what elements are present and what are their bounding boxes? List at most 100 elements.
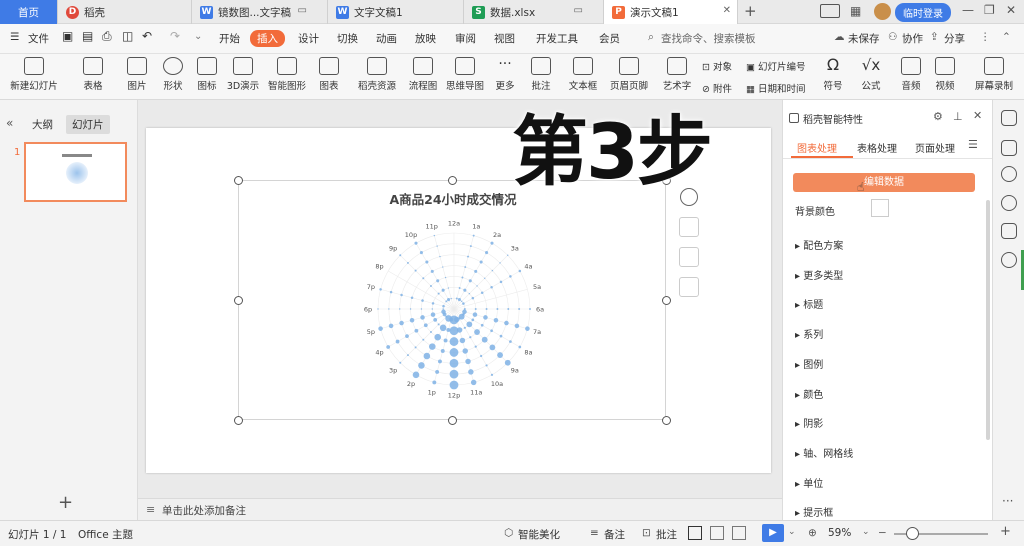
section-3[interactable]: ▸ 系列 bbox=[795, 326, 823, 341]
zoom-slider-thumb[interactable] bbox=[906, 527, 919, 540]
comments-toggle[interactable]: 批注 bbox=[656, 527, 677, 542]
trash-icon[interactable] bbox=[679, 247, 699, 267]
tab-presentation[interactable]: P 演示文稿1 ✕ bbox=[604, 0, 738, 24]
date-time-button[interactable]: ▦ 日期和时间 bbox=[746, 81, 806, 95]
zoom-fit-icon[interactable]: ⊕ bbox=[808, 527, 817, 539]
preview-icon[interactable]: ◫ bbox=[122, 29, 133, 43]
resize-handle[interactable] bbox=[448, 176, 457, 185]
menu-design[interactable]: 设计 bbox=[298, 31, 319, 46]
lightbulb-icon[interactable] bbox=[679, 277, 699, 297]
menu-slideshow[interactable]: 放映 bbox=[415, 31, 436, 46]
command-search-input[interactable]: 查找命令、搜索模板 bbox=[661, 31, 756, 46]
section-0[interactable]: ▸ 配色方案 bbox=[795, 237, 843, 252]
tab-pin-icon[interactable]: ▭ bbox=[574, 5, 583, 16]
table-button[interactable]: 表格 bbox=[70, 57, 116, 92]
wordart-button[interactable]: 艺术字 bbox=[654, 57, 700, 92]
save-icon[interactable]: ▣ bbox=[62, 29, 73, 43]
panel-scrollbar[interactable] bbox=[986, 200, 990, 440]
screen-record-button[interactable]: 屏幕录制 bbox=[968, 57, 1020, 92]
section-2[interactable]: ▸ 标题 bbox=[795, 296, 823, 311]
menu-developer[interactable]: 开发工具 bbox=[536, 31, 578, 46]
tab-pin-icon[interactable]: ▭ bbox=[298, 5, 307, 16]
notes-toggle[interactable]: 备注 bbox=[604, 527, 625, 542]
avatar[interactable] bbox=[874, 3, 891, 20]
export-pdf-icon[interactable]: ▤ bbox=[82, 29, 93, 43]
unsaved-status[interactable]: 未保存 bbox=[848, 31, 880, 46]
object-button[interactable]: ⊡ 对象 bbox=[702, 59, 732, 73]
smartart-button[interactable]: 智能图形 bbox=[264, 57, 310, 92]
normal-view-icon[interactable] bbox=[688, 526, 702, 540]
zoom-chevron-icon[interactable]: ⌄ bbox=[862, 527, 870, 537]
more-icon[interactable]: ··· bbox=[1002, 494, 1013, 508]
tab-outline[interactable]: 大纲 bbox=[32, 117, 53, 132]
menu-start[interactable]: 开始 bbox=[219, 31, 240, 46]
menu-transition[interactable]: 切换 bbox=[337, 31, 358, 46]
play-icon[interactable]: ▶ bbox=[762, 524, 784, 542]
reading-view-icon[interactable] bbox=[732, 526, 746, 540]
print-icon[interactable]: ⎙ bbox=[102, 29, 112, 44]
section-6[interactable]: ▸ 阴影 bbox=[795, 415, 823, 430]
theme-name[interactable]: Office 主题 bbox=[78, 527, 133, 542]
share-button[interactable]: 分享 bbox=[944, 31, 965, 46]
section-7[interactable]: ▸ 轴、网格线 bbox=[795, 445, 853, 460]
tab-page-processing[interactable]: 页面处理 bbox=[915, 140, 955, 155]
zoom-level[interactable]: 59% bbox=[828, 527, 851, 539]
tab-document-2[interactable]: W 文字文稿1 bbox=[328, 0, 464, 24]
section-8[interactable]: ▸ 单位 bbox=[795, 475, 823, 490]
tab-spreadsheet[interactable]: S 数据.xlsx ▭ bbox=[464, 0, 604, 24]
menu-insert[interactable]: 插入 bbox=[250, 30, 285, 47]
bg-color-swatch[interactable] bbox=[871, 199, 889, 217]
notes-placeholder[interactable]: 单击此处添加备注 bbox=[162, 503, 246, 518]
image-icon[interactable] bbox=[1001, 223, 1017, 239]
resize-handle[interactable] bbox=[662, 416, 671, 425]
magic-icon[interactable] bbox=[1001, 166, 1017, 182]
location-icon[interactable] bbox=[1001, 252, 1017, 268]
tab-daoke[interactable]: D 稻壳 bbox=[58, 0, 192, 24]
tab-chart-processing[interactable]: 图表处理 bbox=[797, 140, 837, 155]
window-layout-icon[interactable] bbox=[820, 4, 840, 18]
menu-animation[interactable]: 动画 bbox=[376, 31, 397, 46]
notes-bar[interactable]: ≡ 单击此处添加备注 bbox=[138, 498, 782, 520]
adjust-icon[interactable] bbox=[1001, 110, 1017, 126]
close-icon[interactable]: ✕ bbox=[723, 5, 731, 16]
menu-review[interactable]: 审阅 bbox=[455, 31, 476, 46]
minimize-icon[interactable]: — bbox=[962, 3, 974, 17]
resize-handle[interactable] bbox=[448, 416, 457, 425]
video-button[interactable]: 视频 bbox=[922, 57, 968, 92]
3d-button[interactable]: 3D演示 bbox=[220, 57, 266, 92]
slide-number-button[interactable]: ▣ 幻灯片编号 bbox=[746, 59, 806, 73]
menu-view[interactable]: 视图 bbox=[494, 31, 515, 46]
chart-button[interactable]: 图表 bbox=[306, 57, 352, 92]
sorter-view-icon[interactable] bbox=[710, 526, 724, 540]
zoom-out-icon[interactable]: − bbox=[878, 527, 887, 539]
chart-object[interactable]: A商品24小时成交情况 12a 1a 2a 3a 4a 5a 6a 7a 8a 9a 10a 11a 1… bbox=[234, 176, 671, 425]
more-icon[interactable]: ⋮ bbox=[980, 31, 991, 43]
tab-home[interactable]: 首页 bbox=[0, 0, 58, 24]
collab-button[interactable]: 协作 bbox=[902, 31, 923, 46]
shape-style-icon[interactable] bbox=[1001, 140, 1017, 156]
hamburger-icon[interactable]: ☰ bbox=[10, 31, 19, 43]
section-1[interactable]: ▸ 更多类型 bbox=[795, 267, 843, 282]
header-footer-button[interactable]: 页眉页脚 bbox=[606, 57, 652, 92]
resize-handle[interactable] bbox=[234, 416, 243, 425]
chart-elements-icon[interactable] bbox=[679, 217, 699, 237]
resize-handle[interactable] bbox=[662, 296, 671, 305]
collapse-ribbon-icon[interactable]: ⌃ bbox=[1002, 31, 1011, 43]
help-icon[interactable] bbox=[1001, 195, 1017, 211]
pin-icon[interactable]: ⊥ bbox=[953, 110, 963, 123]
close-panel-icon[interactable]: ✕ bbox=[973, 109, 982, 122]
section-5[interactable]: ▸ 颜色 bbox=[795, 386, 823, 401]
section-4[interactable]: ▸ 图例 bbox=[795, 356, 823, 371]
menu-member[interactable]: 会员 bbox=[599, 31, 620, 46]
redo-icon[interactable]: ↷ bbox=[170, 29, 180, 43]
resize-handle[interactable] bbox=[234, 296, 243, 305]
daoke-resource-button[interactable]: 稻壳资源 bbox=[352, 57, 402, 92]
tab-slides[interactable]: 幻灯片 bbox=[66, 115, 110, 134]
more-chevron-icon[interactable]: ⌄ bbox=[194, 31, 202, 42]
beautify-button[interactable]: 智能美化 bbox=[518, 527, 560, 542]
zoom-in-icon[interactable]: + bbox=[1000, 524, 1011, 539]
edit-data-button[interactable]: 编辑数据 bbox=[793, 173, 975, 192]
resize-handle[interactable] bbox=[234, 176, 243, 185]
section-9[interactable]: ▸ 提示框 bbox=[795, 504, 833, 519]
undo-icon[interactable]: ↶ bbox=[142, 29, 152, 43]
